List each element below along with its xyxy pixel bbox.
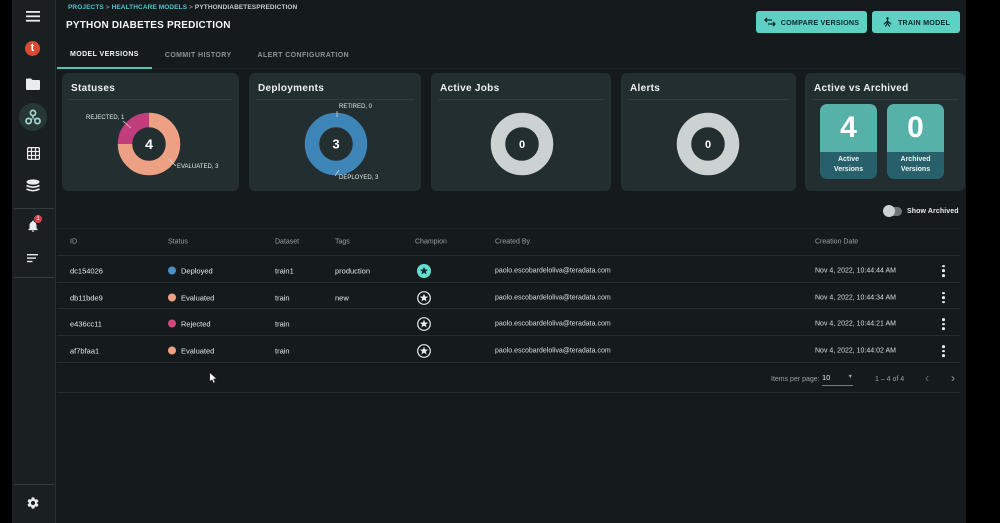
svg-text:4: 4 [145, 136, 153, 152]
svg-text:0: 0 [519, 139, 525, 151]
svg-text:0: 0 [705, 139, 711, 151]
svg-text:3: 3 [332, 137, 339, 152]
